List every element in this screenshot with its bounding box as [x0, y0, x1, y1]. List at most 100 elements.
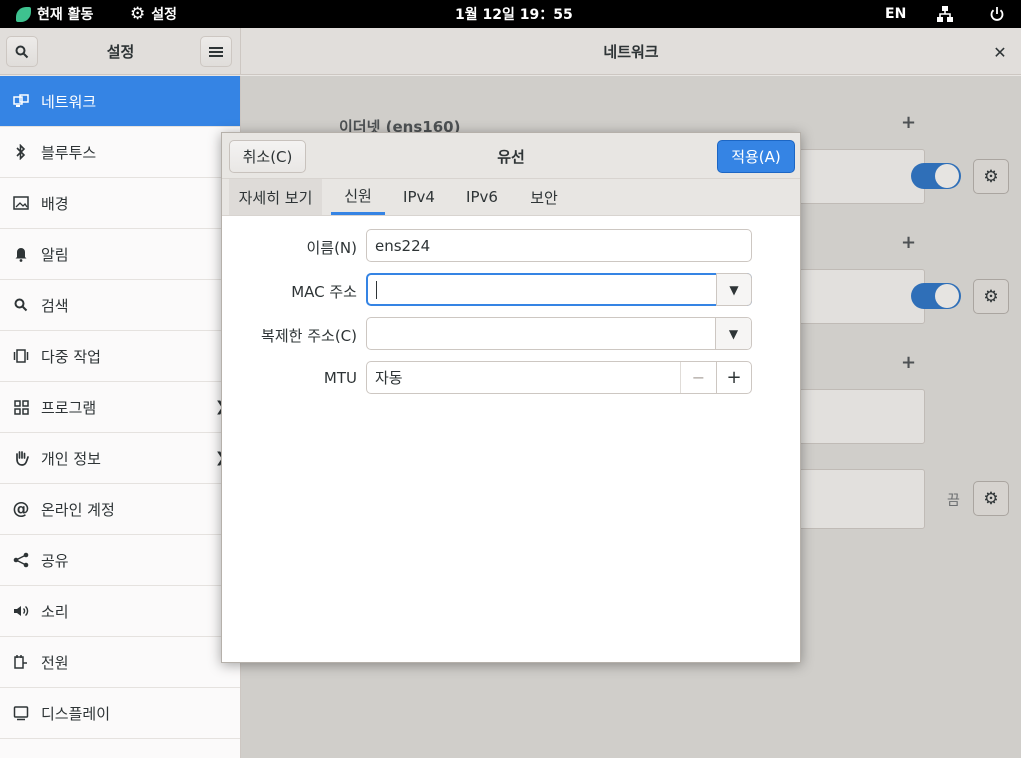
apply-button[interactable]: 적용(A)	[717, 140, 795, 173]
page-title: 네트워크	[603, 43, 659, 61]
network-status-icon[interactable]	[936, 0, 954, 28]
gear-icon: ⚙	[983, 488, 999, 509]
sidebar-item-label: 블루투스	[41, 143, 97, 162]
ethernet-toggle-2[interactable]	[911, 283, 961, 309]
proxy-settings-button[interactable]: ⚙	[973, 481, 1009, 516]
sidebar-item-background[interactable]: 배경	[0, 178, 240, 229]
speaker-icon	[12, 602, 30, 620]
dialog-header: 취소(C) 유선 적용(A)	[222, 133, 800, 179]
sidebar: 네트워크 블루투스 배경 알림 검색 다중 작업 프로그램 ❯ 개	[0, 76, 241, 758]
network-icon	[12, 92, 30, 110]
gear-icon: ⚙	[983, 286, 999, 307]
dialog-tabs: 자세히 보기 신원 IPv4 IPv6 보안	[222, 179, 800, 216]
sidebar-item-privacy[interactable]: 개인 정보 ❯	[0, 433, 240, 484]
name-value: ens224	[375, 236, 431, 255]
background-icon	[12, 194, 30, 212]
mac-address-label: MAC 주소	[291, 283, 357, 301]
sidebar-item-label: 프로그램	[41, 398, 97, 417]
app-menu-label: 설정	[151, 7, 178, 23]
sidebar-item-search[interactable]: 검색	[0, 280, 240, 331]
sidebar-item-online-accounts[interactable]: @ 온라인 계정	[0, 484, 240, 535]
tab-ipv6[interactable]: IPv6	[459, 179, 505, 215]
sidebar-item-power[interactable]: 전원	[0, 637, 240, 688]
mac-address-dropdown-button[interactable]: ▼	[716, 273, 752, 306]
cancel-button[interactable]: 취소(C)	[229, 140, 306, 173]
ethernet-toggle-1[interactable]	[911, 163, 961, 189]
ethernet-settings-button-2[interactable]: ⚙	[973, 279, 1009, 314]
add-connection-button-2[interactable]: +	[901, 232, 916, 253]
sidebar-item-label: 공유	[41, 551, 69, 570]
clock[interactable]: 1월 12일 19：55	[455, 0, 573, 28]
cloned-address-label: 복제한 주소(C)	[261, 327, 357, 345]
cloned-address-combo[interactable]: ▼	[366, 317, 752, 350]
wired-connection-dialog: 취소(C) 유선 적용(A) 자세히 보기 신원 IPv4 IPv6 보안 이름…	[221, 132, 801, 663]
main-menu-button[interactable]	[200, 36, 232, 67]
activities-label: 현재 활동	[37, 7, 94, 23]
app-menu-button[interactable]: ⚙ 설정	[130, 0, 177, 28]
tab-ipv4[interactable]: IPv4	[396, 179, 442, 215]
sidebar-item-sound[interactable]: 소리	[0, 586, 240, 637]
activities-button[interactable]: 현재 활동	[16, 0, 93, 28]
hamburger-icon	[209, 46, 223, 57]
top-bar: 현재 활동 ⚙ 설정 1월 12일 19：55 EN	[0, 0, 1021, 28]
sidebar-item-label: 알림	[41, 245, 69, 264]
header-bar: 설정 네트워크 ✕	[0, 28, 1021, 75]
dialog-title: 유선	[497, 147, 525, 166]
minus-icon: −	[691, 368, 706, 387]
bluetooth-icon	[12, 143, 30, 161]
close-icon: ✕	[993, 42, 1007, 62]
chevron-down-icon: ▼	[728, 326, 739, 341]
gear-icon: ⚙	[983, 166, 999, 187]
sidebar-item-label: 디스플레이	[41, 704, 111, 723]
mtu-label: MTU	[323, 369, 357, 387]
logo-icon	[16, 6, 31, 22]
mtu-increment-button[interactable]: +	[716, 362, 751, 393]
sidebar-item-label: 검색	[41, 296, 69, 315]
name-label: 이름(N)	[306, 239, 357, 257]
text-cursor	[376, 280, 377, 299]
close-button[interactable]: ✕	[988, 40, 1012, 64]
sidebar-item-bluetooth[interactable]: 블루투스	[0, 127, 240, 178]
search-icon	[12, 296, 30, 314]
input-language[interactable]: EN	[885, 0, 906, 28]
sidebar-item-sharing[interactable]: 공유	[0, 535, 240, 586]
cloned-address-dropdown-button[interactable]: ▼	[715, 318, 751, 349]
sidebar-item-label: 온라인 계정	[41, 500, 115, 519]
at-icon: @	[12, 499, 30, 519]
power-plug-icon	[12, 653, 30, 671]
sidebar-item-label: 다중 작업	[41, 347, 101, 366]
plus-icon: +	[726, 367, 742, 388]
tab-security[interactable]: 보안	[522, 179, 566, 215]
share-icon	[12, 551, 30, 569]
sidebar-item-label: 네트워크	[41, 92, 97, 111]
sidebar-item-label: 전원	[41, 653, 69, 672]
name-field[interactable]: ens224	[366, 229, 752, 262]
sidebar-item-network[interactable]: 네트워크	[0, 76, 240, 127]
add-ethernet-button[interactable]: +	[901, 112, 916, 133]
tab-identity[interactable]: 신원	[331, 179, 385, 215]
tab-details[interactable]: 자세히 보기	[229, 179, 322, 215]
power-icon[interactable]	[989, 0, 1005, 28]
proxy-status: 끔	[947, 493, 960, 509]
sidebar-item-label: 배경	[41, 194, 69, 213]
sidebar-item-notifications[interactable]: 알림	[0, 229, 240, 280]
sidebar-item-display[interactable]: 디스플레이	[0, 688, 240, 739]
display-icon	[12, 704, 30, 722]
mac-address-combo[interactable]: ▼	[366, 273, 752, 306]
bell-icon	[12, 245, 30, 263]
mtu-value: 자동	[375, 369, 403, 387]
mtu-spinbutton[interactable]: 자동 − +	[366, 361, 752, 394]
gear-icon: ⚙	[130, 4, 146, 24]
multitasking-icon	[12, 347, 30, 365]
sidebar-item-apps[interactable]: 프로그램 ❯	[0, 382, 240, 433]
sidebar-item-label: 개인 정보	[41, 449, 101, 468]
apps-grid-icon	[12, 398, 30, 416]
hand-icon	[12, 449, 30, 467]
chevron-down-icon: ▼	[729, 282, 739, 297]
ethernet-settings-button-1[interactable]: ⚙	[973, 159, 1009, 194]
add-vpn-button[interactable]: +	[901, 352, 916, 373]
sidebar-header: 설정	[0, 28, 241, 75]
sidebar-item-label: 소리	[41, 602, 69, 621]
mtu-decrement-button[interactable]: −	[680, 362, 716, 393]
sidebar-item-multitasking[interactable]: 다중 작업	[0, 331, 240, 382]
